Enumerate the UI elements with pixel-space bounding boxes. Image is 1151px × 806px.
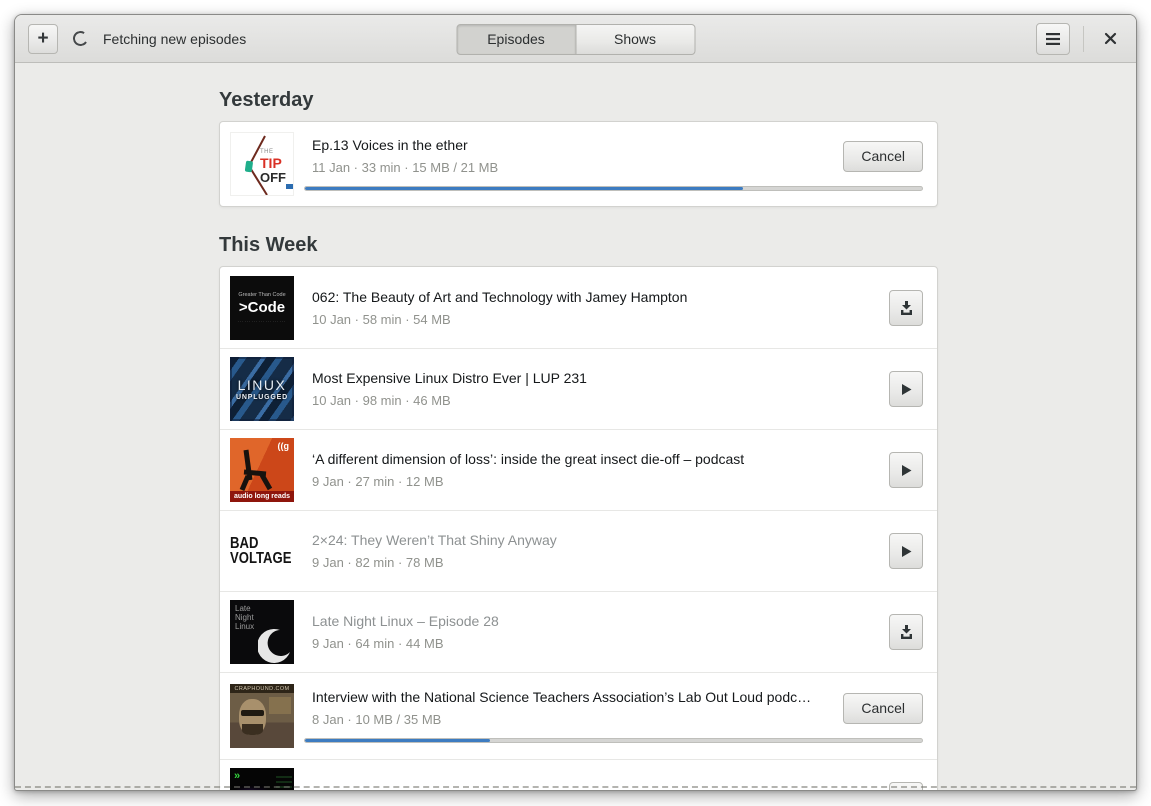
episode-subtitle: 11 Jan · 33 min · 15 MB / 21 MB [312, 160, 499, 175]
download-button[interactable] [889, 289, 923, 326]
fetch-status-text: Fetching new episodes [103, 30, 247, 47]
download-icon [900, 625, 912, 639]
logo-text: Greater Than Code [238, 291, 286, 298]
episode-row[interactable]: LINUX UNPLUGGED Most Expensive Linux Distr… [220, 348, 937, 429]
download-progressbar [304, 738, 923, 743]
hamburger-icon [1046, 32, 1060, 45]
logo-mark: » [234, 770, 241, 782]
content-area[interactable]: Yesterday THE TIP OFF Ep.13 Voices in the et… [15, 63, 1136, 790]
episode-row[interactable]: CRAPHOUND.COM Interview with the National… [220, 672, 937, 759]
scroll-undershoot-indicator [15, 786, 1136, 788]
tab-episodes[interactable]: Episodes [456, 24, 576, 55]
section-header: This Week [219, 234, 318, 256]
episode-title: Interview with the National Science Teac… [312, 689, 812, 705]
logo-text: UNPLUGGED [236, 394, 288, 401]
download-icon [900, 300, 912, 315]
window-close-button[interactable] [1097, 26, 1123, 52]
podcast-cover-art: LINUX UNPLUGGED [230, 357, 294, 421]
episode-title: Ep.13 Voices in the ether [312, 137, 468, 153]
play-button[interactable] [889, 452, 923, 488]
episode-title: Most Expensive Linux Distro Ever | LUP 2… [312, 370, 587, 386]
episode-title: Late Night Linux – Episode 28 [312, 613, 499, 629]
logo-banner: audio long reads [230, 491, 294, 502]
episode-card: Greater Than Code >Code ··················… [219, 266, 938, 790]
section: This Week Greater Than Code >Code ·········… [219, 234, 938, 790]
episode-subtitle: 10 Jan · 58 min · 54 MB [312, 311, 451, 327]
cancel-button[interactable]: Cancel [843, 692, 923, 724]
refresh-spinner-icon [71, 29, 90, 48]
view-switcher: Episodes Shows [456, 24, 695, 55]
logo-text: THE TIP OFF [260, 149, 286, 185]
logo-text: >Code [238, 298, 286, 316]
episode-title: 062: The Beauty of Art and Technology wi… [312, 288, 688, 305]
close-icon [1104, 32, 1116, 45]
tab-shows[interactable]: Shows [575, 24, 695, 55]
podcast-cover-art: THE TIP OFF [230, 132, 294, 196]
headerbar-separator [1083, 25, 1084, 52]
play-button[interactable] [889, 533, 923, 569]
cancel-button[interactable]: Cancel [843, 140, 923, 172]
play-icon [902, 545, 912, 557]
podcast-cover-art: CRAPHOUND.COM [230, 684, 294, 748]
podcast-cover-art: Greater Than Code >Code ··················… [230, 275, 294, 340]
episode-card: THE TIP OFF Ep.13 Voices in the ether 11 Jan… [219, 121, 938, 207]
logo-text: Late Night Linux [235, 604, 255, 631]
episodes-list: Yesterday THE TIP OFF Ep.13 Voices in the et… [219, 63, 938, 790]
download-progress-fill [305, 739, 491, 742]
episode-title: ‘A different dimension of loss’: inside … [312, 451, 745, 467]
logo-text: ····················· [237, 318, 287, 324]
headerbar-right [1036, 22, 1123, 55]
download-progressbar [304, 186, 923, 191]
episode-row[interactable]: Late Night Linux Late Night Linux – Episo… [220, 591, 937, 672]
logo-accent-chip [286, 184, 293, 189]
episode-row[interactable]: BAD VOLTAGE 2×24: They Weren’t That Shiny … [220, 510, 937, 591]
play-button[interactable] [889, 371, 923, 407]
episode-row[interactable]: Greater Than Code >Code ··················… [220, 267, 937, 348]
add-podcast-button[interactable]: + [28, 23, 58, 54]
podcast-cover-art: BAD VOLTAGE [230, 519, 294, 583]
play-icon [902, 464, 912, 476]
episode-title: 2×24: They Weren’t That Shiny Anyway [312, 532, 557, 548]
download-button[interactable] [889, 614, 923, 650]
headerbar: + Fetching new episodes Episodes Shows [15, 15, 1136, 63]
section-header: Yesterday [219, 89, 314, 111]
episode-subtitle: 9 Jan · 82 min · 78 MB [312, 555, 444, 570]
episode-row[interactable]: ((g audio long reads ‘A different dimensio… [220, 429, 937, 510]
play-icon [902, 383, 912, 395]
podcast-cover-art: Late Night Linux [230, 600, 294, 664]
menu-button[interactable] [1036, 22, 1070, 55]
logo-text: VOLTAGE [230, 550, 292, 567]
app-window: + Fetching new episodes Episodes Shows Ye… [14, 14, 1137, 791]
episode-subtitle: 9 Jan · 27 min · 12 MB [312, 474, 444, 489]
logo-text: BAD [230, 535, 259, 552]
section: Yesterday THE TIP OFF Ep.13 Voices in the et… [219, 89, 938, 207]
episode-subtitle: 8 Jan · 10 MB / 35 MB [312, 712, 442, 727]
logo-text: LINUX [237, 377, 287, 393]
logo-text: IRL [239, 788, 271, 790]
download-progress-fill [305, 187, 744, 190]
crescent-moon-graphic [258, 628, 290, 663]
episode-subtitle: 9 Jan · 64 min · 44 MB [312, 636, 444, 651]
logo-banner: CRAPHOUND.COM [230, 684, 294, 693]
podcast-cover-art: ((g audio long reads [230, 438, 294, 502]
episode-subtitle: 10 Jan · 98 min · 46 MB [312, 393, 451, 408]
episode-row[interactable]: THE TIP OFF Ep.13 Voices in the ether 11 Jan… [220, 122, 937, 206]
